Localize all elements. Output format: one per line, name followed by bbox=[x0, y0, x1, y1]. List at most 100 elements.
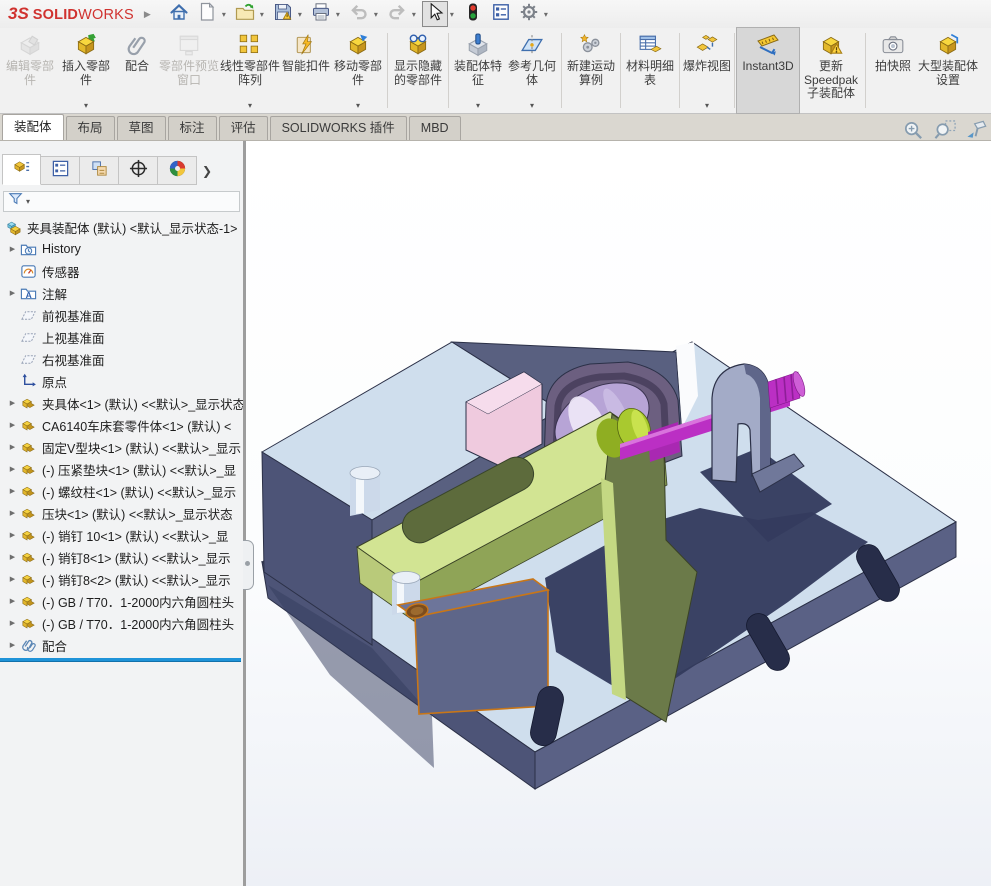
tree-row[interactable]: 原点 bbox=[0, 370, 243, 392]
ribbon-button-exploded-view[interactable]: 爆炸视图▾ bbox=[682, 28, 732, 113]
tab-装配体[interactable]: 装配体 bbox=[2, 114, 64, 140]
ribbon-button-reference-geometry[interactable]: 参考几何体▾ bbox=[505, 28, 559, 113]
select-dropdown-arrow[interactable]: ▾ bbox=[450, 10, 454, 19]
expand-arrow-icon[interactable]: ▶ bbox=[6, 553, 19, 561]
tab-布局[interactable]: 布局 bbox=[66, 116, 115, 140]
t-part-icon bbox=[20, 549, 37, 566]
expand-arrow-icon[interactable]: ▶ bbox=[6, 619, 19, 627]
tab-MBD[interactable]: MBD bbox=[409, 116, 461, 140]
menu-flyout-arrow[interactable]: ▶ bbox=[144, 9, 151, 20]
tree-row[interactable]: 前视基准面 bbox=[0, 304, 243, 326]
new-document-button[interactable] bbox=[194, 1, 220, 27]
ribbon-button-snapshot[interactable]: 拍快照 bbox=[868, 28, 918, 113]
select-button[interactable] bbox=[422, 1, 448, 27]
tree-row[interactable]: 上视基准面 bbox=[0, 326, 243, 348]
tree-row[interactable]: ▶(-) 销钉 10<1> (默认) <<默认>_显 bbox=[0, 524, 243, 546]
ribbon-button-motion-study[interactable]: 新建运动算例 bbox=[564, 28, 618, 113]
print-dropdown-arrow[interactable]: ▾ bbox=[336, 10, 340, 19]
tree-row[interactable]: ▶(-) 压紧垫块<1> (默认) <<默认>_显 bbox=[0, 458, 243, 480]
ribbon-button-mate[interactable]: 配合 bbox=[115, 28, 159, 113]
tree-row[interactable]: ▶A注解 bbox=[0, 282, 243, 304]
panel-tab-featuremanager-tree[interactable] bbox=[2, 154, 41, 185]
tree-row[interactable]: 传感器 bbox=[0, 260, 243, 282]
save-dropdown-arrow[interactable]: ▾ bbox=[298, 10, 302, 19]
zoom-to-area-button[interactable] bbox=[934, 119, 957, 142]
panel-tab-dimxpertmanager[interactable] bbox=[119, 156, 158, 185]
undo-dropdown-arrow[interactable]: ▾ bbox=[374, 10, 378, 19]
ribbon-button-linear-pattern[interactable]: 线性零部件阵列▾ bbox=[219, 28, 281, 113]
tree-row[interactable]: ▶(-) GB / T70．1-2000内六角圆柱头 bbox=[0, 612, 243, 634]
tree-row[interactable]: ▶CA6140车床套零件体<1> (默认) < bbox=[0, 414, 243, 436]
home-button[interactable] bbox=[166, 1, 192, 27]
ribbon-dropdown-arrow[interactable]: ▾ bbox=[476, 101, 480, 113]
model-screw-head[interactable] bbox=[768, 370, 807, 408]
tab-SOLIDWORKS 插件[interactable]: SOLIDWORKS 插件 bbox=[270, 116, 407, 140]
panel-tab-displaymanager[interactable] bbox=[158, 156, 197, 185]
tab-评估[interactable]: 评估 bbox=[219, 116, 268, 140]
tree-filter-field[interactable]: ▾ bbox=[3, 191, 240, 212]
tree-row[interactable]: ▶固定V型块<1> (默认) <<默认>_显示 bbox=[0, 436, 243, 458]
tree-row[interactable]: ▶压块<1> (默认) <<默认>_显示状态 bbox=[0, 502, 243, 524]
open-document-button[interactable] bbox=[232, 1, 258, 27]
rollback-bar[interactable] bbox=[0, 658, 241, 662]
expand-arrow-icon[interactable]: ▶ bbox=[6, 575, 19, 583]
tree-row[interactable]: ▶ (-) 螺纹柱<1> (默认) <<默认>_显示 bbox=[0, 480, 243, 502]
visibility-button[interactable] bbox=[460, 1, 486, 27]
expand-arrow-icon[interactable]: ▶ bbox=[6, 421, 19, 429]
panel-flyout-arrow[interactable]: ❯ bbox=[197, 156, 217, 185]
expand-arrow-icon[interactable]: ▶ bbox=[6, 289, 19, 297]
redo-dropdown-arrow[interactable]: ▾ bbox=[412, 10, 416, 19]
tree-item-label: (-) 销钉8<2> (默认) <<默认>_显示 bbox=[42, 570, 231, 589]
expand-arrow-icon[interactable]: ▶ bbox=[6, 399, 19, 407]
tree-item-label: (-) 螺纹柱<1> (默认) <<默认>_显示 bbox=[42, 482, 236, 501]
expand-arrow-icon[interactable]: ▶ bbox=[6, 509, 19, 517]
ribbon-button-move-component[interactable]: 移动零部件▾ bbox=[331, 28, 385, 113]
ribbon-dropdown-arrow[interactable]: ▾ bbox=[530, 101, 534, 113]
ribbon-dropdown-arrow[interactable]: ▾ bbox=[84, 101, 88, 113]
expand-arrow-icon[interactable]: ▶ bbox=[6, 531, 19, 539]
ribbon-button-show-hidden[interactable]: 显示隐藏的零部件 bbox=[390, 28, 446, 113]
tree-row[interactable]: ▶配合 bbox=[0, 634, 243, 656]
tree-row[interactable]: ▶(-) 销钉8<1> (默认) <<默认>_显示 bbox=[0, 546, 243, 568]
tree-row[interactable]: 夹具装配体 (默认) <默认_显示状态-1> bbox=[0, 216, 243, 238]
settings-button[interactable] bbox=[516, 1, 542, 27]
filter-dropdown-arrow[interactable]: ▾ bbox=[26, 197, 30, 206]
expand-arrow-icon[interactable]: ▶ bbox=[6, 465, 19, 473]
model-pin[interactable] bbox=[350, 467, 380, 517]
ribbon-button-assembly-features[interactable]: 装配体特征▾ bbox=[451, 28, 505, 113]
save-button[interactable] bbox=[270, 1, 296, 27]
tab-草图[interactable]: 草图 bbox=[117, 116, 166, 140]
expand-arrow-icon[interactable]: ▶ bbox=[6, 245, 19, 253]
expand-arrow-icon[interactable]: ▶ bbox=[6, 597, 19, 605]
graphics-viewport[interactable] bbox=[246, 141, 991, 886]
panel-splitter-handle[interactable] bbox=[243, 540, 254, 590]
ribbon-button-instant3d[interactable]: Instant3D bbox=[737, 28, 799, 113]
ribbon-button-smart-fasteners[interactable]: 智能扣件 bbox=[281, 28, 331, 113]
tree-row[interactable]: ▶ (-) 销钉8<2> (默认) <<默认>_显示 bbox=[0, 568, 243, 590]
ribbon-button-large-assembly[interactable]: 大型装配体设置 bbox=[918, 28, 978, 113]
panel-tab-propertymanager[interactable] bbox=[41, 156, 80, 185]
open-document-dropdown-arrow[interactable]: ▾ bbox=[260, 10, 264, 19]
options-list-button[interactable] bbox=[488, 1, 514, 27]
expand-arrow-icon[interactable]: ▶ bbox=[6, 487, 19, 495]
tree-row[interactable]: ▶夹具体<1> (默认) <<默认>_显示状态 bbox=[0, 392, 243, 414]
tree-row[interactable]: ▶History bbox=[0, 238, 243, 260]
ribbon-button-insert-component[interactable]: 插入零部件▾ bbox=[57, 28, 115, 113]
new-document-dropdown-arrow[interactable]: ▾ bbox=[222, 10, 226, 19]
ribbon-dropdown-arrow[interactable]: ▾ bbox=[356, 101, 360, 113]
settings-dropdown-arrow[interactable]: ▾ bbox=[544, 10, 548, 19]
ribbon-dropdown-arrow[interactable]: ▾ bbox=[248, 101, 252, 113]
panel-tab-configurationmanager[interactable] bbox=[80, 156, 119, 185]
ribbon-dropdown-arrow[interactable]: ▾ bbox=[705, 101, 709, 113]
tree-row[interactable]: 右视基准面 bbox=[0, 348, 243, 370]
previous-view-button[interactable] bbox=[966, 119, 989, 142]
ribbon-button-speedpak[interactable]: 更新Speedpak子装配体 bbox=[799, 28, 863, 113]
expand-arrow-icon[interactable]: ▶ bbox=[6, 443, 19, 451]
3d-model-fixture-assembly[interactable] bbox=[246, 141, 991, 886]
ribbon-button-bom[interactable]: 材料明细表 bbox=[623, 28, 677, 113]
zoom-to-fit-button[interactable] bbox=[902, 119, 925, 142]
expand-arrow-icon[interactable]: ▶ bbox=[6, 641, 19, 649]
print-button[interactable] bbox=[308, 1, 334, 27]
tab-标注[interactable]: 标注 bbox=[168, 116, 217, 140]
tree-row[interactable]: ▶(-) GB / T70．1-2000内六角圆柱头 bbox=[0, 590, 243, 612]
